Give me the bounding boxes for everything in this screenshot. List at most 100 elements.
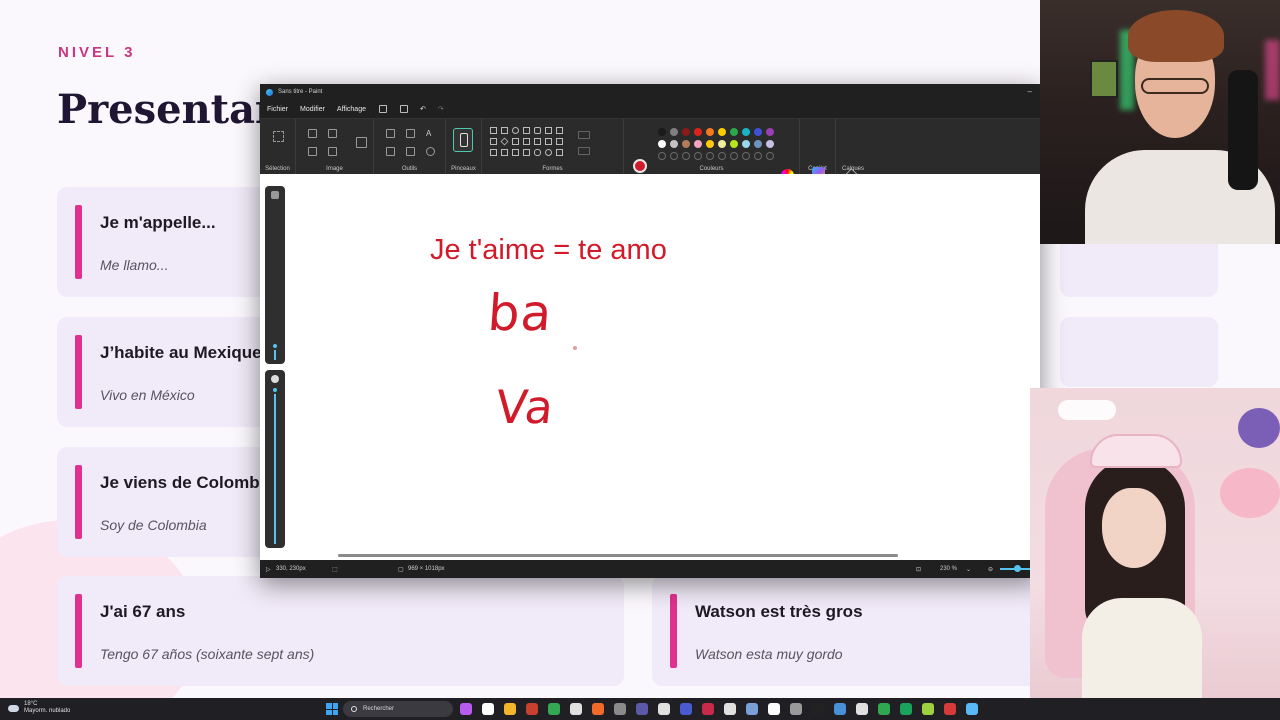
color-swatch[interactable] xyxy=(682,140,690,148)
selection-icon[interactable] xyxy=(273,131,284,142)
taskbar-app-icon[interactable] xyxy=(922,703,934,715)
color-swatch[interactable] xyxy=(766,140,774,148)
text-icon[interactable]: A xyxy=(426,129,435,138)
menu-modifier[interactable]: Modifier xyxy=(300,106,325,113)
left-arrow-icon[interactable] xyxy=(545,138,552,145)
taskbar-app-icon[interactable] xyxy=(570,703,582,715)
taskbar-app-icon[interactable] xyxy=(548,703,560,715)
menu-affichage[interactable]: Affichage xyxy=(337,106,366,113)
taskbar-app-icon[interactable] xyxy=(746,703,758,715)
taskbar-app-icon[interactable] xyxy=(680,703,692,715)
color-swatch[interactable] xyxy=(754,128,762,136)
color-picker-icon[interactable] xyxy=(406,147,415,156)
taskbar-app-icon[interactable] xyxy=(790,703,802,715)
triangle-shape-icon[interactable] xyxy=(556,127,563,134)
primary-color-swatch[interactable] xyxy=(633,159,647,173)
eraser-icon[interactable] xyxy=(386,147,395,156)
custom-color-slot[interactable] xyxy=(730,152,738,160)
color-swatch[interactable] xyxy=(694,128,702,136)
save-icon[interactable] xyxy=(378,105,387,113)
hexagon-shape-icon[interactable] xyxy=(523,138,530,145)
color-swatch[interactable] xyxy=(766,128,774,136)
taskbar-app-icon[interactable] xyxy=(812,703,824,715)
crop-icon[interactable] xyxy=(308,129,317,138)
custom-color-slot[interactable] xyxy=(682,152,690,160)
taskbar-app-icon[interactable] xyxy=(482,703,494,715)
taskbar-app-icon[interactable] xyxy=(768,703,780,715)
brush-size-slider[interactable] xyxy=(265,186,285,364)
taskbar-app-icon[interactable] xyxy=(526,703,538,715)
color-swatch[interactable] xyxy=(742,140,750,148)
custom-color-slot[interactable] xyxy=(706,152,714,160)
zoom-knob[interactable] xyxy=(1014,565,1021,572)
color-swatch[interactable] xyxy=(682,128,690,136)
star5-icon[interactable] xyxy=(512,149,519,156)
star4-icon[interactable] xyxy=(501,149,508,156)
callout-oval-icon[interactable] xyxy=(545,149,552,156)
resize-icon[interactable] xyxy=(328,129,337,138)
windows-start-icon[interactable] xyxy=(326,703,338,715)
custom-color-slot[interactable] xyxy=(658,152,666,160)
color-swatch[interactable] xyxy=(718,140,726,148)
outline-icon[interactable] xyxy=(578,131,590,139)
undo-icon[interactable]: ↶ xyxy=(420,105,426,113)
taskbar-app-icon[interactable] xyxy=(460,703,472,715)
custom-color-slot[interactable] xyxy=(754,152,762,160)
pentagon-shape-icon[interactable] xyxy=(512,138,519,145)
curve-shape-icon[interactable] xyxy=(501,127,508,134)
redo-icon[interactable]: ↷ xyxy=(438,105,444,113)
right-arrow-icon[interactable] xyxy=(534,138,541,145)
line-shape-icon[interactable] xyxy=(490,127,497,134)
color-swatch[interactable] xyxy=(658,140,666,148)
zoom-level[interactable]: 230 % xyxy=(940,566,957,572)
up-arrow-icon[interactable] xyxy=(556,138,563,145)
taskbar-app-icon[interactable] xyxy=(504,703,516,715)
color-swatch[interactable] xyxy=(706,140,714,148)
taskbar-app-icon[interactable] xyxy=(658,703,670,715)
color-swatch[interactable] xyxy=(658,128,666,136)
flip-icon[interactable] xyxy=(328,147,337,156)
weather-widget[interactable]: 18°C Mayorm. nublado xyxy=(8,701,70,715)
right-triangle-icon[interactable] xyxy=(490,138,497,145)
taskbar-app-icon[interactable] xyxy=(966,703,978,715)
taskbar-search[interactable]: Rechercher xyxy=(343,701,453,717)
taskbar-app-icon[interactable] xyxy=(702,703,714,715)
chevron-down-icon[interactable]: ⌄ xyxy=(966,566,971,573)
minimize-icon[interactable]: – xyxy=(1028,87,1032,96)
pencil-icon[interactable] xyxy=(386,129,395,138)
slider-knob[interactable] xyxy=(271,342,279,350)
taskbar-app-icon[interactable] xyxy=(614,703,626,715)
horizontal-scrollbar[interactable] xyxy=(338,554,898,557)
taskbar-app-icon[interactable] xyxy=(944,703,956,715)
taskbar-app-icon[interactable] xyxy=(592,703,604,715)
color-swatch[interactable] xyxy=(754,140,762,148)
custom-color-slot[interactable] xyxy=(670,152,678,160)
opacity-slider[interactable] xyxy=(265,370,285,548)
share-icon[interactable] xyxy=(399,105,408,113)
color-swatch[interactable] xyxy=(706,128,714,136)
color-swatch[interactable] xyxy=(730,140,738,148)
rounded-rectangle-icon[interactable] xyxy=(534,127,541,134)
taskbar-app-icon[interactable] xyxy=(900,703,912,715)
down-arrow-icon[interactable] xyxy=(490,149,497,156)
fit-window-icon[interactable]: ⊡ xyxy=(916,566,921,573)
drawing-canvas[interactable]: Je t'aime = te amo ba Va xyxy=(260,174,1040,560)
zoom-out-icon[interactable]: ⊖ xyxy=(988,566,993,573)
custom-color-slot[interactable] xyxy=(742,152,750,160)
color-swatch[interactable] xyxy=(694,140,702,148)
color-swatch[interactable] xyxy=(718,128,726,136)
color-swatch[interactable] xyxy=(730,128,738,136)
custom-color-slot[interactable] xyxy=(766,152,774,160)
diamond-shape-icon[interactable] xyxy=(500,137,509,146)
fill-shape-icon[interactable] xyxy=(578,147,590,155)
color-swatch[interactable] xyxy=(670,128,678,136)
custom-color-slot[interactable] xyxy=(718,152,726,160)
taskbar-app-icon[interactable] xyxy=(856,703,868,715)
magnifier-icon[interactable] xyxy=(426,147,435,156)
slider-knob[interactable] xyxy=(271,386,279,394)
taskbar-app-icon[interactable] xyxy=(834,703,846,715)
callout-rect-icon[interactable] xyxy=(534,149,541,156)
color-swatch[interactable] xyxy=(670,140,678,148)
rotate-icon[interactable] xyxy=(308,147,317,156)
background-removal-icon[interactable] xyxy=(356,137,367,148)
